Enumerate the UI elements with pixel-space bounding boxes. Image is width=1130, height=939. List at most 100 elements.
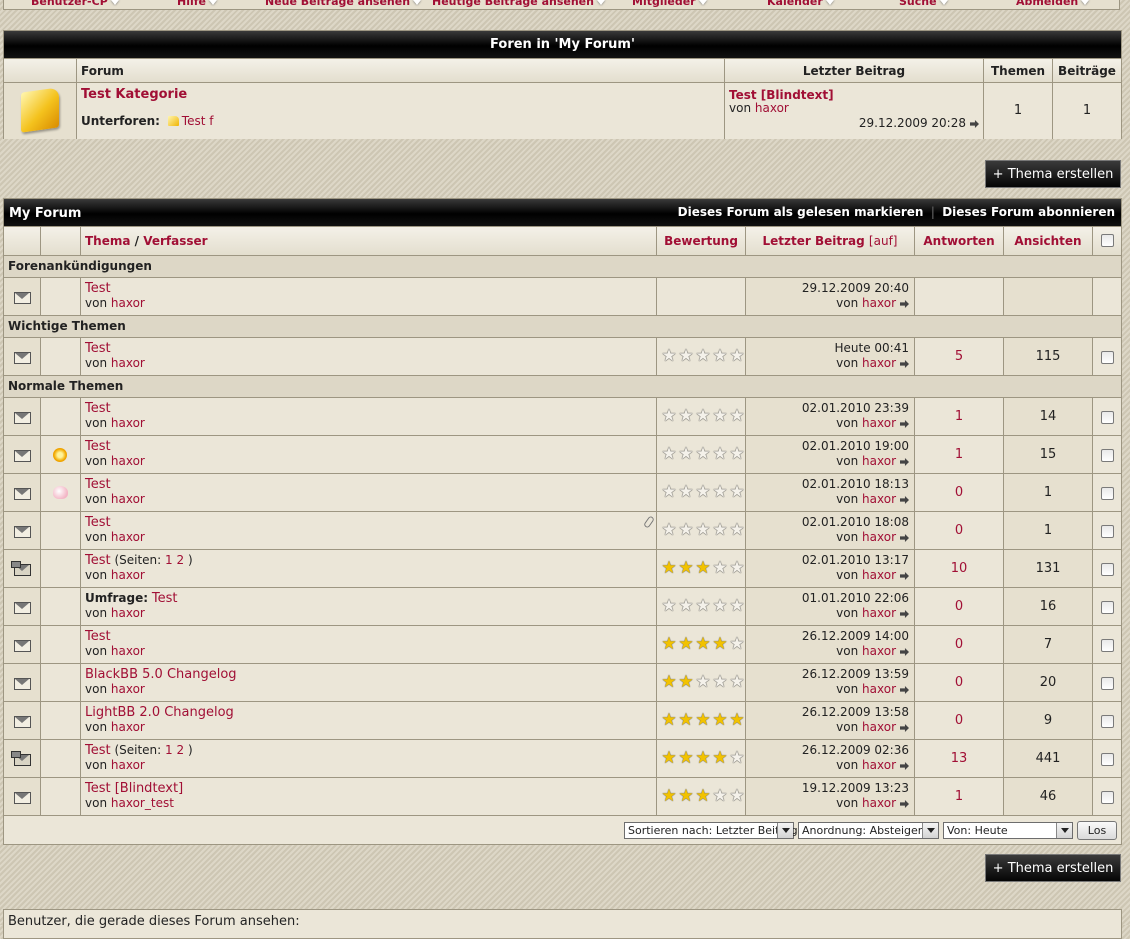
last-post-user[interactable]: haxor <box>862 530 896 544</box>
sort-direction-link[interactable]: [auf] <box>869 234 898 248</box>
go-to-last-post-icon[interactable] <box>900 496 909 504</box>
thread-author[interactable]: haxor <box>111 606 145 620</box>
last-post-user[interactable]: haxor <box>862 796 896 810</box>
thread-title[interactable]: Test <box>85 553 111 568</box>
sort-by-author[interactable]: Verfasser <box>143 234 207 248</box>
thread-title[interactable]: Test <box>85 515 111 530</box>
thread-author[interactable]: haxor <box>111 454 145 468</box>
reply-count[interactable]: 13 <box>951 751 968 766</box>
nav-todays-posts[interactable]: Heutige Beiträge ansehen <box>432 0 605 9</box>
reply-count[interactable]: 0 <box>955 599 963 614</box>
sort-by-title[interactable]: Thema <box>85 234 130 248</box>
go-to-last-post-icon[interactable] <box>900 300 909 308</box>
nav-new-posts[interactable]: Neue Beiträge ansehen <box>265 0 422 9</box>
thread-title[interactable]: Test <box>85 439 111 454</box>
select-all-checkbox[interactable] <box>1101 234 1114 247</box>
thread-author[interactable]: haxor <box>111 492 145 506</box>
thread-author[interactable]: haxor <box>111 644 145 658</box>
thread-author[interactable]: haxor <box>111 682 145 696</box>
go-to-last-post-icon[interactable] <box>900 800 909 808</box>
page-link[interactable]: 2 <box>177 553 185 567</box>
nav-search[interactable]: Suche <box>899 0 948 9</box>
page-link[interactable]: 1 <box>165 743 173 757</box>
thread-checkbox[interactable] <box>1101 715 1114 728</box>
thread-author[interactable]: haxor <box>111 758 145 772</box>
thread-title[interactable]: BlackBB 5.0 Changelog <box>85 667 237 682</box>
thread-title[interactable]: Test [Blindtext] <box>85 781 183 796</box>
thread-checkbox[interactable] <box>1101 525 1114 538</box>
thread-checkbox[interactable] <box>1101 753 1114 766</box>
thread-title[interactable]: LightBB 2.0 Changelog <box>85 705 234 720</box>
thread-author[interactable]: haxor <box>111 568 145 582</box>
go-to-last-post-icon[interactable] <box>900 458 909 466</box>
nav-help[interactable]: Hilfe <box>177 0 217 9</box>
go-button[interactable]: Los <box>1077 821 1117 840</box>
thread-author[interactable]: haxor <box>111 720 145 734</box>
go-to-last-post-icon[interactable] <box>900 360 909 368</box>
go-to-last-post-icon[interactable] <box>900 610 909 618</box>
create-thread-button-top[interactable]: + Thema erstellen <box>985 160 1121 188</box>
reply-count[interactable]: 1 <box>955 789 963 804</box>
reply-count[interactable]: 1 <box>955 409 963 424</box>
thread-title[interactable]: Test <box>85 743 111 758</box>
reply-count[interactable]: 10 <box>951 561 968 576</box>
last-post-user[interactable]: haxor <box>862 416 896 430</box>
mark-read-link[interactable]: Dieses Forum als gelesen markieren <box>678 205 924 219</box>
sort-by-replies[interactable]: Antworten <box>923 234 994 248</box>
go-to-last-post-icon[interactable] <box>900 420 909 428</box>
go-to-last-post-icon[interactable] <box>900 762 909 770</box>
thread-title[interactable]: Test <box>85 341 111 356</box>
order-select[interactable]: Anordnung: Absteigend <box>798 822 939 839</box>
go-to-last-post-icon[interactable] <box>900 572 909 580</box>
thread-title[interactable]: Test <box>85 401 111 416</box>
last-post-user[interactable]: haxor <box>862 758 896 772</box>
go-to-last-post-icon[interactable] <box>970 120 979 128</box>
thread-author[interactable]: haxor <box>111 416 145 430</box>
reply-count[interactable]: 0 <box>955 523 963 538</box>
thread-checkbox[interactable] <box>1101 639 1114 652</box>
forum-last-post-title[interactable]: Test [Blindtext] <box>729 88 834 102</box>
thread-checkbox[interactable] <box>1101 487 1114 500</box>
page-link[interactable]: 2 <box>177 743 185 757</box>
thread-author[interactable]: haxor <box>111 356 145 370</box>
reply-count[interactable]: 0 <box>955 675 963 690</box>
reply-count[interactable]: 1 <box>955 447 963 462</box>
announcement-last-user[interactable]: haxor <box>862 296 896 310</box>
subforum-link[interactable]: Test f <box>182 114 214 128</box>
thread-title[interactable]: Test <box>85 629 111 644</box>
sort-by-views[interactable]: Ansichten <box>1014 234 1081 248</box>
sort-by-rating[interactable]: Bewertung <box>664 234 738 248</box>
thread-checkbox[interactable] <box>1101 351 1114 364</box>
last-post-user[interactable]: haxor <box>862 454 896 468</box>
last-post-user[interactable]: haxor <box>862 682 896 696</box>
reply-count[interactable]: 0 <box>955 637 963 652</box>
announcement-author[interactable]: haxor <box>111 296 145 310</box>
last-post-user[interactable]: haxor <box>862 568 896 582</box>
thread-author[interactable]: haxor_test <box>111 796 174 810</box>
thread-title[interactable]: Test <box>85 477 111 492</box>
nav-logout[interactable]: Abmelden <box>1016 0 1090 9</box>
thread-checkbox[interactable] <box>1101 411 1114 424</box>
thread-title[interactable]: Test <box>152 591 178 606</box>
page-link[interactable]: 1 <box>165 553 173 567</box>
create-thread-button-bottom[interactable]: + Thema erstellen <box>985 854 1121 882</box>
announcement-title[interactable]: Test <box>85 281 111 296</box>
last-post-user[interactable]: haxor <box>862 492 896 506</box>
reply-count[interactable]: 5 <box>955 349 963 364</box>
nav-calendar[interactable]: Kalender <box>767 0 834 9</box>
reply-count[interactable]: 0 <box>955 713 963 728</box>
nav-members[interactable]: Mitglieder <box>632 0 707 9</box>
go-to-last-post-icon[interactable] <box>900 648 909 656</box>
sort-by-last-post[interactable]: Letzter Beitrag <box>763 234 865 248</box>
thread-checkbox[interactable] <box>1101 449 1114 462</box>
nav-user-cp[interactable]: Benutzer-CP <box>31 0 119 9</box>
thread-author[interactable]: haxor <box>111 530 145 544</box>
sort-select[interactable]: Sortieren nach: Letzter Beitrag <box>624 822 798 839</box>
thread-checkbox[interactable] <box>1101 677 1114 690</box>
from-select[interactable]: Von: Heute <box>943 822 1073 839</box>
forum-last-post-user[interactable]: haxor <box>755 101 789 115</box>
forum-link[interactable]: Test Kategorie <box>81 87 187 102</box>
last-post-user[interactable]: haxor <box>862 356 896 370</box>
thread-checkbox[interactable] <box>1101 563 1114 576</box>
reply-count[interactable]: 0 <box>955 485 963 500</box>
